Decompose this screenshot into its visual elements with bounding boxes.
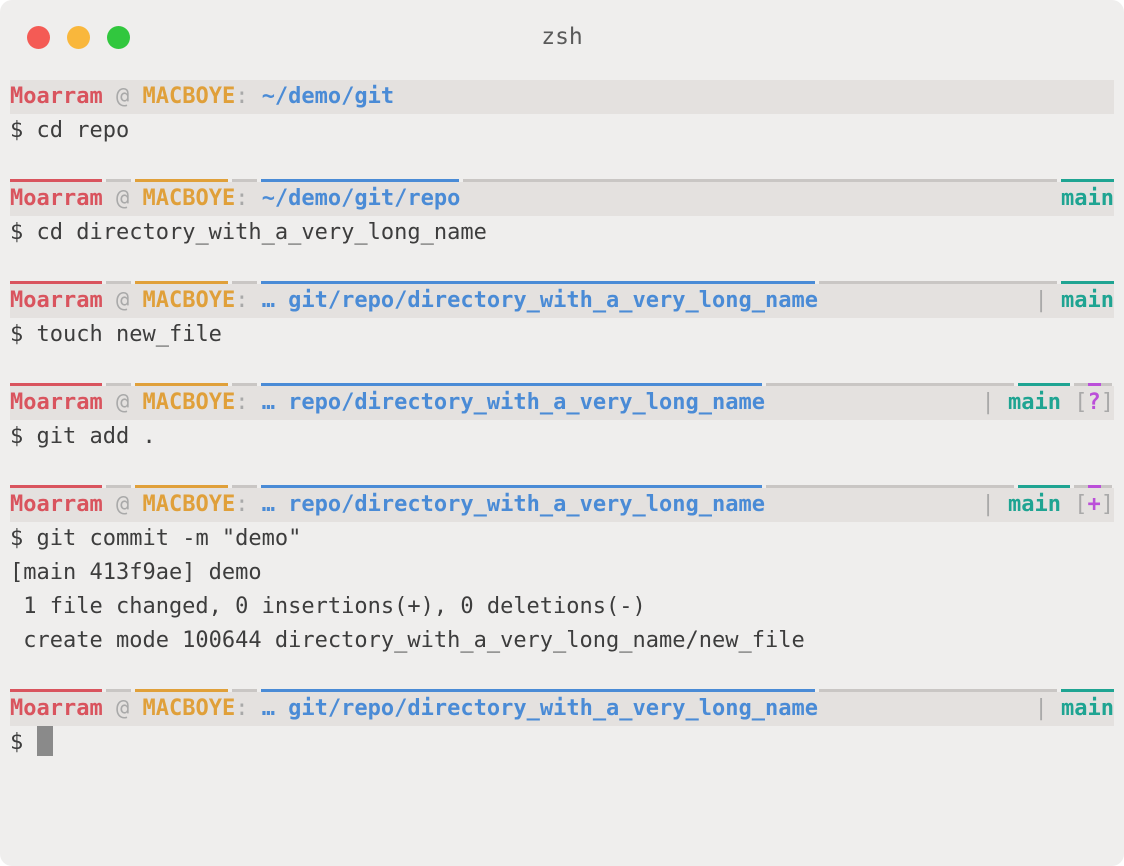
- git-status: +: [1087, 492, 1101, 517]
- prompt-path: … git/repo/directory_with_a_very_long_na…: [261, 696, 818, 721]
- prompt-path: ~/demo/git: [261, 84, 395, 109]
- prompt-line: Moarram @ MACBOYE: … git/repo/directory_…: [10, 284, 1114, 318]
- prompt-at: @: [115, 696, 130, 721]
- git-info: main: [1061, 182, 1114, 216]
- shell-dollar: $: [10, 424, 24, 449]
- command-line: $ cd directory_with_a_very_long_name: [10, 216, 1114, 250]
- shell-dollar: $: [10, 220, 24, 245]
- git-status-close: ]: [1100, 390, 1114, 415]
- prompt-colon: :: [235, 288, 249, 313]
- prompt-user: Moarram: [10, 84, 103, 109]
- terminal-window: zsh Moarram @ MACBOYE: ~/demo/git $ cd re…: [0, 0, 1124, 866]
- prompt-line: Moarram @ MACBOYE: … repo/directory_with…: [10, 386, 1114, 420]
- prompt-host: MACBOYE: [142, 186, 236, 211]
- prompt-colon: :: [235, 696, 249, 721]
- git-branch: main: [1061, 288, 1114, 313]
- prompt-colon: :: [235, 186, 249, 211]
- prompt-host: MACBOYE: [142, 492, 236, 517]
- prompt-host: MACBOYE: [142, 696, 236, 721]
- prompt-line: Moarram @ MACBOYE: ~/demo/git/repo main: [10, 182, 1114, 216]
- prompt-host: MACBOYE: [142, 288, 236, 313]
- prompt-user: Moarram: [10, 390, 103, 415]
- git-status-close: ]: [1100, 492, 1114, 517]
- prompt-rule-row: [10, 658, 1114, 692]
- prompt-separator: |: [1034, 288, 1048, 313]
- prompt-host: MACBOYE: [142, 390, 236, 415]
- git-branch: main: [1008, 492, 1061, 517]
- command-line: $ git add .: [10, 420, 1114, 454]
- title-bar: zsh: [0, 0, 1124, 76]
- prompt-line: Moarram @ MACBOYE: … repo/directory_with…: [10, 488, 1114, 522]
- git-status: ?: [1087, 390, 1101, 415]
- command-line: $ git commit -m "demo": [10, 522, 1114, 556]
- prompt-separator: |: [981, 390, 995, 415]
- command-line: $ cd repo: [10, 114, 1114, 148]
- prompt-line: Moarram @ MACBOYE: ~/demo/git: [10, 80, 1114, 114]
- git-branch: main: [1008, 390, 1061, 415]
- prompt-rule-row: [10, 148, 1114, 182]
- window-title: zsh: [541, 24, 583, 50]
- command-text: cd repo: [36, 118, 130, 143]
- prompt-host: MACBOYE: [142, 84, 236, 109]
- git-info: | main: [1035, 284, 1114, 318]
- prompt-colon: :: [235, 390, 249, 415]
- output-line: [main 413f9ae] demo: [10, 560, 262, 585]
- command-line: $: [10, 726, 1114, 760]
- prompt-rule-row: [10, 454, 1114, 488]
- prompt-rule-row: [10, 352, 1114, 386]
- shell-dollar: $: [10, 118, 24, 143]
- prompt-at: @: [115, 288, 130, 313]
- git-branch: main: [1061, 186, 1114, 211]
- command-text: cd directory_with_a_very_long_name: [36, 220, 487, 245]
- output-line: 1 file changed, 0 insertions(+), 0 delet…: [10, 594, 646, 619]
- prompt-path: … repo/directory_with_a_very_long_name: [261, 492, 766, 517]
- git-branch: main: [1061, 696, 1114, 721]
- terminal-output[interactable]: Moarram @ MACBOYE: ~/demo/git $ cd repo Mo…: [10, 80, 1114, 760]
- command-text: touch new_file: [36, 322, 222, 347]
- git-status-open: [: [1074, 492, 1088, 517]
- prompt-at: @: [115, 492, 130, 517]
- prompt-user: Moarram: [10, 288, 103, 313]
- git-status-open: [: [1074, 390, 1088, 415]
- git-info: | main: [1035, 692, 1114, 726]
- git-info: | main [?]: [982, 386, 1114, 420]
- prompt-at: @: [115, 186, 130, 211]
- command-text: git add .: [36, 424, 156, 449]
- prompt-colon: :: [235, 492, 249, 517]
- shell-dollar: $: [10, 526, 24, 551]
- prompt-user: Moarram: [10, 492, 103, 517]
- git-info: | main [+]: [982, 488, 1114, 522]
- prompt-path: ~/demo/git/repo: [261, 186, 461, 211]
- shell-dollar: $: [10, 322, 24, 347]
- prompt-colon: :: [235, 84, 249, 109]
- prompt-at: @: [115, 84, 130, 109]
- output-line: create mode 100644 directory_with_a_very…: [10, 628, 805, 653]
- prompt-path: … git/repo/directory_with_a_very_long_na…: [261, 288, 818, 313]
- prompt-line: Moarram @ MACBOYE: … git/repo/directory_…: [10, 692, 1114, 726]
- shell-dollar: $: [10, 730, 24, 755]
- text-cursor: [36, 726, 53, 756]
- prompt-separator: |: [981, 492, 995, 517]
- command-line: $ touch new_file: [10, 318, 1114, 352]
- prompt-user: Moarram: [10, 696, 103, 721]
- command-text: git commit -m "demo": [36, 526, 302, 551]
- prompt-user: Moarram: [10, 186, 103, 211]
- prompt-rule-row: [10, 250, 1114, 284]
- prompt-at: @: [115, 390, 130, 415]
- prompt-path: … repo/directory_with_a_very_long_name: [261, 390, 766, 415]
- prompt-separator: |: [1034, 696, 1048, 721]
